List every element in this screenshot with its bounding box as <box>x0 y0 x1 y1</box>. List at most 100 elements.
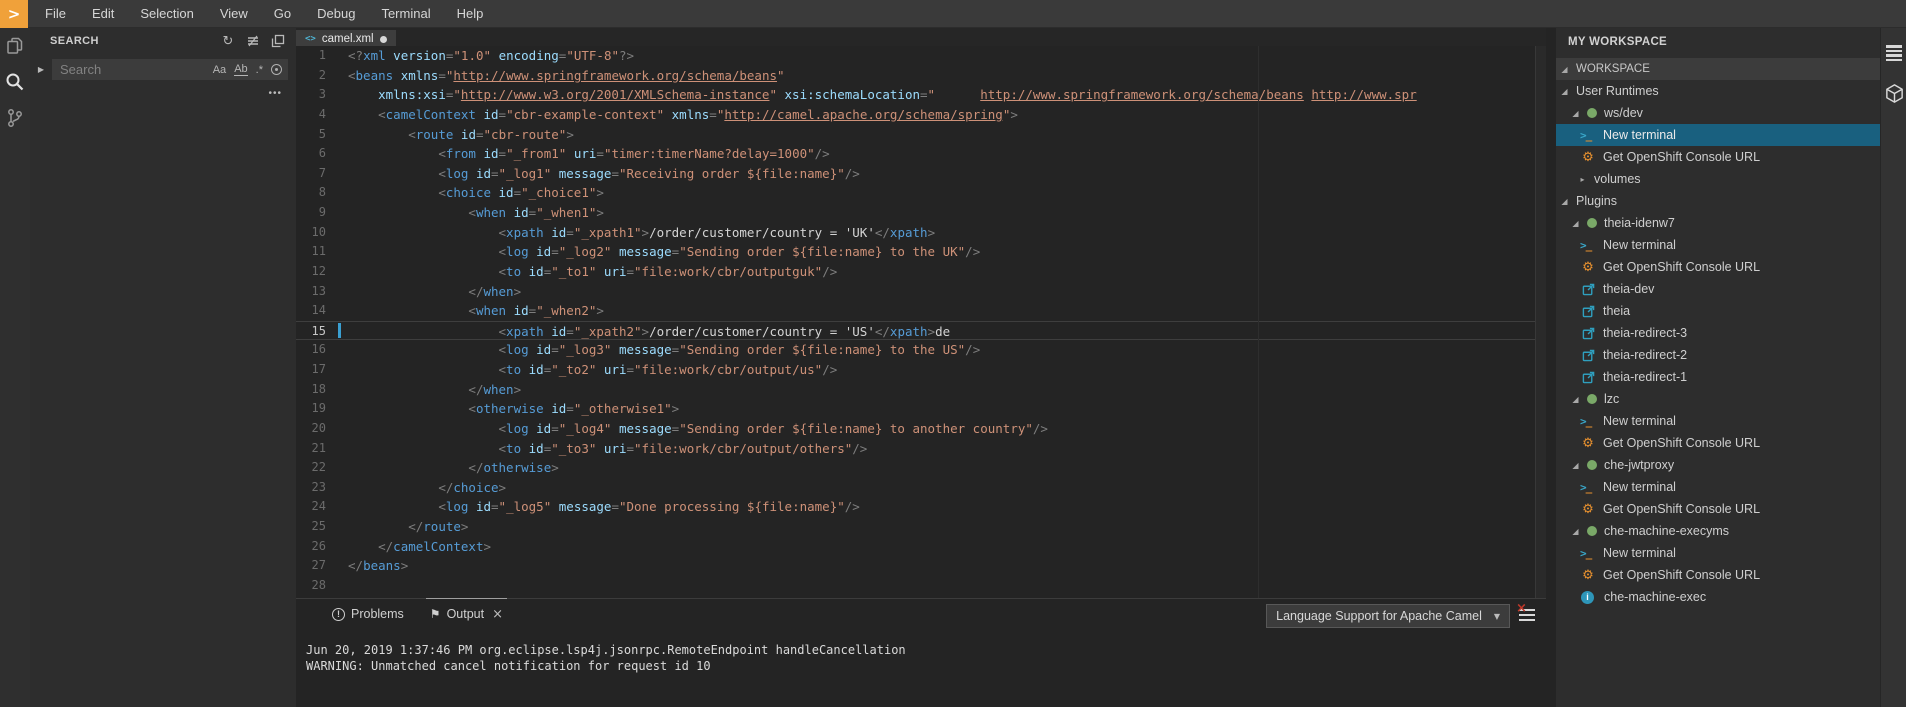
panel-tab-output[interactable]: ⚑Output× <box>430 599 503 629</box>
code-line-1[interactable]: 1<?xml version="1.0" encoding="UTF-8"?> <box>296 46 1546 66</box>
code-line-7[interactable]: 7 <log id="_log1" message="Receiving ord… <box>296 164 1546 184</box>
chevron-expanded-icon[interactable]: ◢ <box>1571 395 1580 404</box>
chevron-expanded-icon[interactable]: ◢ <box>1560 197 1569 206</box>
tree-item-che-machine-execyms[interactable]: ◢che-machine-execyms <box>1556 520 1880 542</box>
menu-help[interactable]: Help <box>444 6 497 21</box>
code-text: <when id="_when1"> <box>344 203 604 223</box>
tree-item-lzc[interactable]: ◢lzc <box>1556 388 1880 410</box>
tree-item-get-openshift-console-url[interactable]: ⚙Get OpenShift Console URL <box>1556 564 1880 586</box>
code-editor[interactable]: 1<?xml version="1.0" encoding="UTF-8"?>2… <box>296 46 1546 598</box>
tree-item-theia-redirect-2[interactable]: theia-redirect-2 <box>1556 344 1880 366</box>
code-line-5[interactable]: 5 <route id="cbr-route"> <box>296 125 1546 145</box>
chevron-right-icon[interactable]: ▸ <box>1578 175 1587 184</box>
tree-item-label: User Runtimes <box>1576 84 1659 98</box>
tree-item-get-openshift-console-url[interactable]: ⚙Get OpenShift Console URL <box>1556 498 1880 520</box>
tree-item-ws-dev[interactable]: ◢ws/dev <box>1556 102 1880 124</box>
menu-view[interactable]: View <box>207 6 261 21</box>
tree-item-plugins[interactable]: ◢Plugins <box>1556 190 1880 212</box>
tree-item-label: che-jwtproxy <box>1604 458 1674 472</box>
menu-file[interactable]: File <box>32 6 79 21</box>
menu-edit[interactable]: Edit <box>79 6 127 21</box>
tree-item-theia[interactable]: theia <box>1556 300 1880 322</box>
search-details-ellipsis[interactable]: ••• <box>268 88 282 99</box>
code-line-9[interactable]: 9 <when id="_when1"> <box>296 203 1546 223</box>
menu-selection[interactable]: Selection <box>127 6 206 21</box>
che-logo[interactable]: > <box>0 0 28 28</box>
tree-item-theia-dev[interactable]: theia-dev <box>1556 278 1880 300</box>
code-line-6[interactable]: 6 <from id="_from1" uri="timer:timerName… <box>296 144 1546 164</box>
code-line-13[interactable]: 13 </when> <box>296 282 1546 302</box>
code-line-23[interactable]: 23 </choice> <box>296 478 1546 498</box>
chevron-expanded-icon[interactable]: ◢ <box>1560 87 1569 96</box>
tree-item-theia-redirect-1[interactable]: theia-redirect-1 <box>1556 366 1880 388</box>
code-line-19[interactable]: 19 <otherwise id="_otherwise1"> <box>296 399 1546 419</box>
eye-icon[interactable] <box>271 64 282 75</box>
clear-output-icon[interactable]: × <box>1519 608 1536 623</box>
tree-item-new-terminal[interactable]: >_New terminal <box>1556 476 1880 498</box>
editor-scrollbar[interactable] <box>1535 46 1546 598</box>
code-line-26[interactable]: 26 </camelContext> <box>296 537 1546 557</box>
tree-item-label: theia-redirect-3 <box>1603 326 1687 340</box>
code-line-21[interactable]: 21 <to id="_to3" uri="file:work/cbr/outp… <box>296 439 1546 459</box>
tree-item-new-terminal[interactable]: >_New terminal <box>1556 124 1880 146</box>
output-channel-select[interactable]: Language Support for Apache Camel ▼ <box>1266 604 1510 628</box>
code-line-16[interactable]: 16 <log id="_log3" message="Sending orde… <box>296 340 1546 360</box>
code-line-10[interactable]: 10 <xpath id="_xpath1">/order/customer/c… <box>296 223 1546 243</box>
chevron-expanded-icon[interactable]: ◢ <box>1560 65 1569 74</box>
code-line-18[interactable]: 18 </when> <box>296 380 1546 400</box>
whole-word-icon[interactable]: Ab <box>234 63 247 76</box>
code-line-4[interactable]: 4 <camelContext id="cbr-example-context"… <box>296 105 1546 125</box>
collapse-all-icon[interactable] <box>270 33 286 49</box>
code-line-20[interactable]: 20 <log id="_log4" message="Sending orde… <box>296 419 1546 439</box>
close-icon[interactable]: × <box>492 607 503 622</box>
code-line-15[interactable]: 15 <xpath id="_xpath2">/order/customer/c… <box>296 321 1546 341</box>
code-line-27[interactable]: 27</beans> <box>296 556 1546 576</box>
tree-item-get-openshift-console-url[interactable]: ⚙Get OpenShift Console URL <box>1556 432 1880 454</box>
code-line-24[interactable]: 24 <log id="_log5" message="Done process… <box>296 497 1546 517</box>
code-line-8[interactable]: 8 <choice id="_choice1"> <box>296 183 1546 203</box>
output-line: Jun 20, 2019 1:37:46 PM org.eclipse.lsp4… <box>306 642 1546 658</box>
search-icon[interactable] <box>0 64 30 100</box>
chevron-expanded-icon[interactable]: ◢ <box>1571 461 1580 470</box>
code-line-11[interactable]: 11 <log id="_log2" message="Sending orde… <box>296 242 1546 262</box>
refresh-icon[interactable]: ↻ <box>220 33 236 49</box>
code-line-14[interactable]: 14 <when id="_when2"> <box>296 301 1546 321</box>
chevron-expanded-icon[interactable]: ◢ <box>1571 219 1580 228</box>
workspace-list-icon[interactable] <box>1881 38 1906 68</box>
panel-tab-problems[interactable]: !Problems <box>332 599 404 629</box>
clear-search-results-icon[interactable] <box>245 33 261 49</box>
menu-go[interactable]: Go <box>261 6 304 21</box>
menu-debug[interactable]: Debug <box>304 6 368 21</box>
source-control-icon[interactable] <box>0 100 30 136</box>
tree-item-user-runtimes[interactable]: ◢ User Runtimes <box>1556 80 1880 102</box>
expand-replace-icon[interactable]: ▶ <box>30 65 52 74</box>
menu-terminal[interactable]: Terminal <box>368 6 443 21</box>
tree-item-new-terminal[interactable]: >_New terminal <box>1556 410 1880 432</box>
tree-item-label: New terminal <box>1603 480 1676 494</box>
tree-item-get-openshift-console-url[interactable]: ⚙Get OpenShift Console URL <box>1556 146 1880 168</box>
match-case-icon[interactable]: Aa <box>213 64 226 76</box>
tree-item-theia-redirect-3[interactable]: theia-redirect-3 <box>1556 322 1880 344</box>
code-line-22[interactable]: 22 </otherwise> <box>296 458 1546 478</box>
tree-item-volumes[interactable]: ▸volumes <box>1556 168 1880 190</box>
code-line-3[interactable]: 3 xmlns:xsi="http://www.w3.org/2001/XMLS… <box>296 85 1546 105</box>
search-input[interactable]: Search Aa Ab .* <box>52 59 288 80</box>
tree-item-new-terminal[interactable]: >_New terminal <box>1556 234 1880 256</box>
tree-item-get-openshift-console-url[interactable]: ⚙Get OpenShift Console URL <box>1556 256 1880 278</box>
tree-item-che-machine-exec[interactable]: iche-machine-exec <box>1556 586 1880 608</box>
regex-icon[interactable]: .* <box>256 64 263 76</box>
tree-item-new-terminal[interactable]: >_New terminal <box>1556 542 1880 564</box>
tree-item-che-jwtproxy[interactable]: ◢ che-jwtproxy <box>1556 454 1880 476</box>
code-line-17[interactable]: 17 <to id="_to2" uri="file:work/cbr/outp… <box>296 360 1546 380</box>
chevron-expanded-icon[interactable]: ◢ <box>1571 527 1580 536</box>
line-number: 21 <box>296 439 336 459</box>
code-line-25[interactable]: 25 </route> <box>296 517 1546 537</box>
code-line-28[interactable]: 28 <box>296 576 1546 596</box>
chevron-expanded-icon[interactable]: ◢ <box>1571 109 1580 118</box>
tree-item-workspace[interactable]: ◢WORKSPACE <box>1556 58 1880 80</box>
explorer-icon[interactable] <box>0 28 30 64</box>
code-line-2[interactable]: 2<beans xmlns="http://www.springframewor… <box>296 66 1546 86</box>
code-line-12[interactable]: 12 <to id="_to1" uri="file:work/cbr/outp… <box>296 262 1546 282</box>
plugins-cube-icon[interactable] <box>1881 78 1906 108</box>
tree-item-theia-idenw7[interactable]: ◢theia-idenw7 <box>1556 212 1880 234</box>
